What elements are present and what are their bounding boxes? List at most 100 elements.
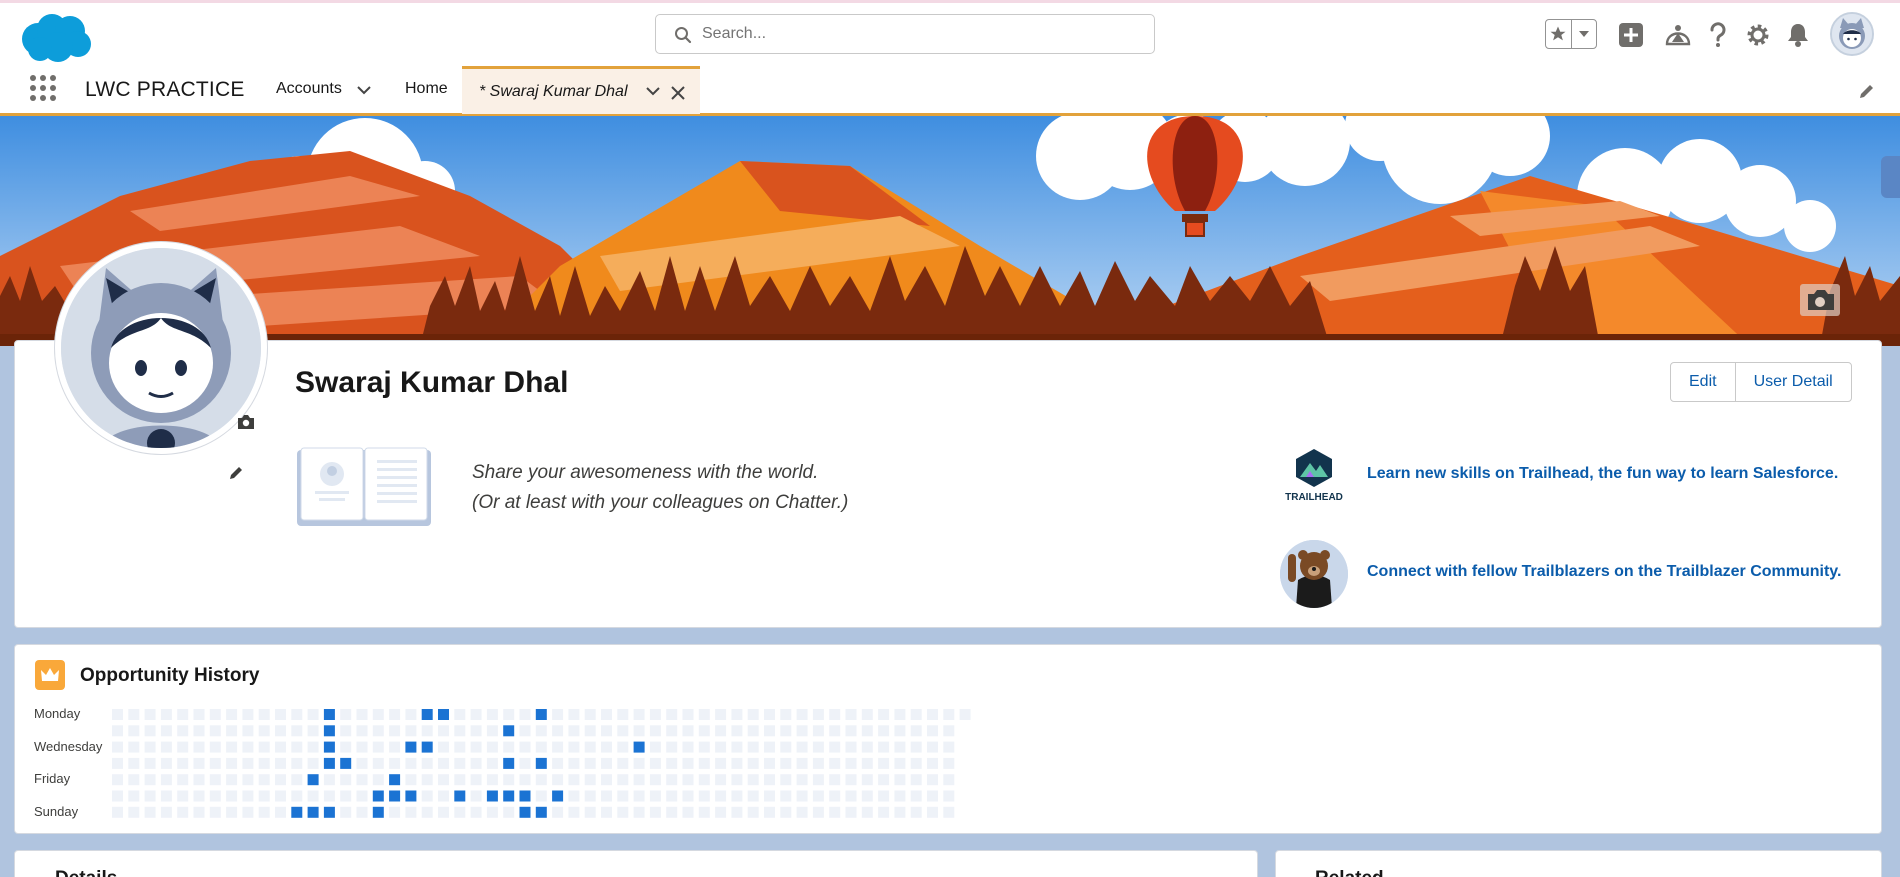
heatmap-cell[interactable]	[128, 741, 140, 753]
heatmap-cell[interactable]	[747, 790, 759, 802]
heatmap-cell[interactable]	[894, 806, 906, 818]
heatmap-cell[interactable]	[405, 774, 417, 786]
heatmap-cell[interactable]	[617, 709, 629, 720]
heatmap-cell[interactable]	[845, 757, 857, 769]
heatmap-cell[interactable]	[454, 741, 466, 753]
heatmap-cell[interactable]	[568, 757, 580, 769]
heatmap-cell[interactable]	[454, 757, 466, 769]
heatmap-cell[interactable]	[682, 774, 694, 786]
heatmap-cell[interactable]	[780, 725, 792, 737]
heatmap-cell-active[interactable]	[535, 709, 547, 720]
heatmap-cell[interactable]	[698, 757, 710, 769]
heatmap-cell[interactable]	[389, 709, 401, 720]
heatmap-cell[interactable]	[340, 790, 352, 802]
heatmap-cell[interactable]	[812, 741, 824, 753]
heatmap-cell[interactable]	[144, 774, 156, 786]
heatmap-cell[interactable]	[503, 741, 515, 753]
heatmap-cell[interactable]	[519, 774, 531, 786]
heatmap-cell[interactable]	[747, 774, 759, 786]
heatmap-cell[interactable]	[275, 741, 286, 753]
heatmap-cell[interactable]	[943, 757, 955, 769]
heatmap-cell[interactable]	[405, 757, 417, 769]
heatmap-cell[interactable]	[764, 790, 775, 802]
heatmap-cell-active[interactable]	[389, 790, 401, 802]
heatmap-cell-active[interactable]	[307, 774, 319, 786]
heatmap-cell[interactable]	[144, 806, 156, 818]
heatmap-cell[interactable]	[715, 709, 727, 720]
heatmap-cell[interactable]	[747, 757, 759, 769]
heatmap-cell[interactable]	[682, 709, 694, 720]
heatmap-cell[interactable]	[258, 806, 270, 818]
heatmap-cell[interactable]	[927, 806, 938, 818]
heatmap-cell[interactable]	[372, 725, 384, 737]
heatmap-cell[interactable]	[275, 806, 286, 818]
heatmap-cell[interactable]	[356, 757, 368, 769]
heatmap-cell[interactable]	[943, 709, 955, 720]
heatmap-cell[interactable]	[910, 757, 922, 769]
heatmap-cell[interactable]	[764, 806, 775, 818]
heatmap-cell[interactable]	[356, 741, 368, 753]
heatmap-cell[interactable]	[193, 741, 205, 753]
heatmap-cell[interactable]	[568, 709, 580, 720]
heatmap-cell[interactable]	[242, 774, 254, 786]
heatmap-cell[interactable]	[275, 774, 286, 786]
heatmap-cell[interactable]	[861, 774, 873, 786]
heatmap-cell[interactable]	[910, 741, 922, 753]
heatmap-cell[interactable]	[812, 806, 824, 818]
heatmap-cell[interactable]	[731, 709, 743, 720]
heatmap-cell[interactable]	[666, 790, 678, 802]
heatmap-cell[interactable]	[454, 806, 466, 818]
heatmap-cell[interactable]	[307, 757, 319, 769]
heatmap-cell[interactable]	[861, 806, 873, 818]
heatmap-cell[interactable]	[519, 725, 531, 737]
heatmap-cell[interactable]	[584, 774, 596, 786]
heatmap-cell[interactable]	[552, 774, 564, 786]
heatmap-cell[interactable]	[503, 806, 515, 818]
heatmap-cell[interactable]	[112, 806, 123, 818]
heatmap-cell[interactable]	[861, 709, 873, 720]
heatmap-cell[interactable]	[160, 725, 172, 737]
heatmap-cell-active[interactable]	[323, 806, 335, 818]
heatmap-cell[interactable]	[340, 741, 352, 753]
heatmap-cell[interactable]	[731, 757, 743, 769]
heatmap-cell[interactable]	[747, 725, 759, 737]
heatmap-cell[interactable]	[307, 725, 319, 737]
heatmap-cell[interactable]	[943, 806, 955, 818]
heatmap-cell[interactable]	[927, 709, 938, 720]
heatmap-cell[interactable]	[160, 741, 172, 753]
heatmap-cell[interactable]	[486, 725, 498, 737]
heatmap-cell[interactable]	[535, 790, 547, 802]
heatmap-cell[interactable]	[519, 709, 531, 720]
heatmap-cell[interactable]	[177, 741, 189, 753]
heatmap-cell[interactable]	[535, 741, 547, 753]
heatmap-cell[interactable]	[160, 774, 172, 786]
heatmap-cell[interactable]	[193, 806, 205, 818]
heatmap-cell[interactable]	[503, 709, 515, 720]
heatmap-cell-active[interactable]	[307, 806, 319, 818]
heatmap-cell[interactable]	[601, 790, 612, 802]
heatmap-cell[interactable]	[601, 757, 612, 769]
heatmap-cell[interactable]	[242, 806, 254, 818]
heatmap-cell[interactable]	[209, 806, 221, 818]
heatmap-cell[interactable]	[812, 774, 824, 786]
heatmap-cell[interactable]	[698, 725, 710, 737]
heatmap-cell[interactable]	[927, 790, 938, 802]
heatmap-cell[interactable]	[649, 790, 661, 802]
heatmap-cell[interactable]	[910, 806, 922, 818]
heatmap-cell[interactable]	[552, 741, 564, 753]
heatmap-cell-active[interactable]	[291, 806, 303, 818]
heatmap-cell[interactable]	[601, 725, 612, 737]
heatmap-cell[interactable]	[112, 774, 123, 786]
heatmap-cell[interactable]	[112, 741, 123, 753]
heatmap-cell[interactable]	[796, 806, 808, 818]
heatmap-cell-active[interactable]	[323, 709, 335, 720]
heatmap-cell[interactable]	[389, 757, 401, 769]
heatmap-cell[interactable]	[144, 741, 156, 753]
heatmap-cell[interactable]	[796, 757, 808, 769]
heatmap-cell[interactable]	[144, 709, 156, 720]
heatmap-cell[interactable]	[160, 790, 172, 802]
heatmap-cell[interactable]	[894, 741, 906, 753]
heatmap-cell[interactable]	[878, 709, 890, 720]
heatmap-cell[interactable]	[894, 709, 906, 720]
heatmap-cell[interactable]	[552, 806, 564, 818]
